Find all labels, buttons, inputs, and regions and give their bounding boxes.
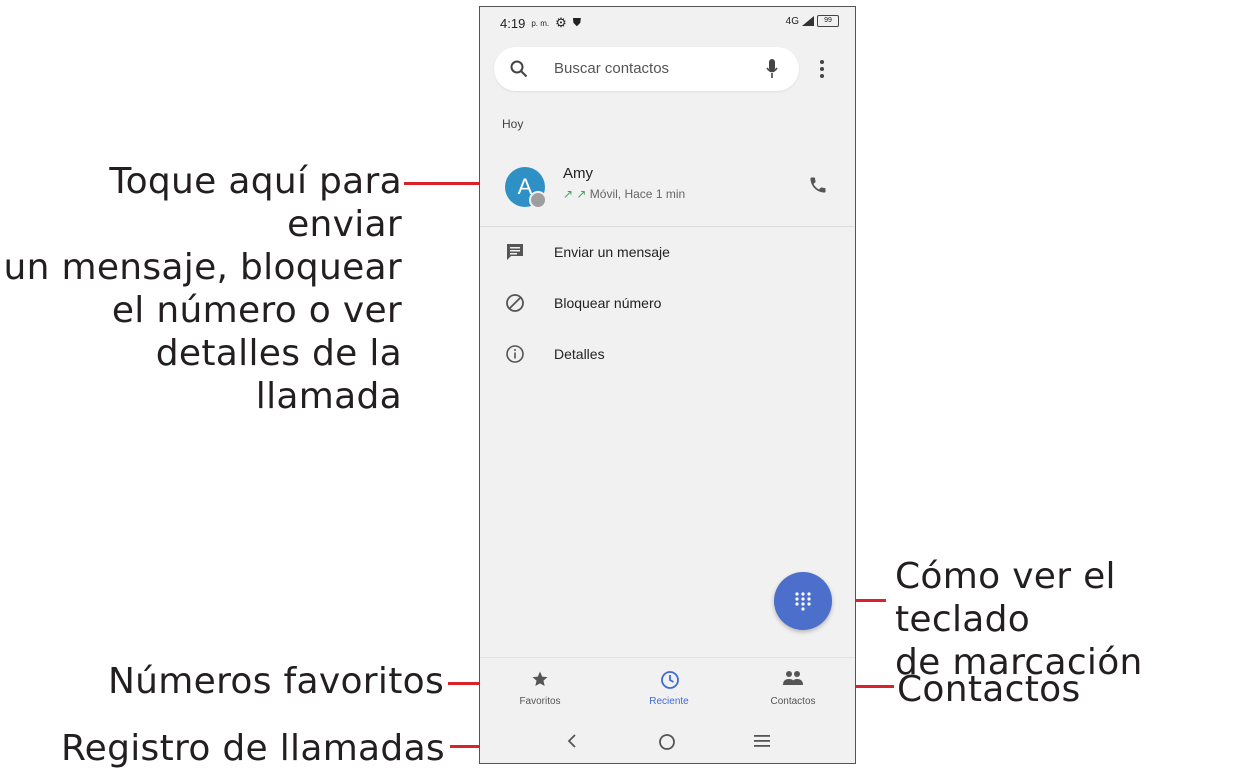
clock-icon (661, 671, 679, 689)
nav-contacts[interactable]: Contactos (748, 658, 838, 714)
callout-line-3: el número o ver (111, 290, 402, 331)
callout-entry-menu: Toque aquí para enviar un mensaje, bloqu… (0, 160, 402, 418)
sim-icon (529, 191, 547, 209)
callout-line-2: un mensaje, bloquear (3, 247, 402, 288)
status-bar-right: 4G 99 (786, 15, 839, 27)
status-bar-left: 4:19 p. m. ⚙ ⛊ (500, 15, 581, 31)
callout-dialpad-line-1: Cómo ver el teclado (895, 556, 1116, 640)
callout-line-1: Toque aquí para enviar (109, 161, 402, 245)
avatar[interactable]: A (505, 167, 547, 209)
nav-label-contacts: Contactos (770, 696, 816, 707)
phone-screen: 4:19 p. m. ⚙ ⛊ 4G 99 Buscar contactos Ho… (479, 6, 856, 764)
callout-dialpad: Cómo ver el teclado de marcación (895, 555, 1235, 684)
action-label-block-number: Bloquear número (554, 295, 662, 311)
outgoing-call-arrows-icon: ↗ ↗ (563, 187, 587, 201)
block-icon (506, 294, 524, 312)
back-icon[interactable] (566, 733, 578, 749)
network-label: 4G (785, 15, 799, 27)
microphone-icon[interactable] (765, 58, 779, 80)
nav-label-recent: Reciente (649, 696, 689, 707)
action-label-details: Detalles (554, 346, 605, 362)
callout-contacts: Contactos (897, 669, 1081, 710)
nav-recent[interactable]: Reciente (624, 658, 714, 714)
shield-icon: ⛊ (572, 16, 581, 29)
call-detail: ↗ ↗ Móvil, Hace 1 min (563, 187, 685, 201)
status-ampm: p. m. (531, 18, 550, 28)
message-icon (507, 244, 523, 260)
signal-icon (802, 16, 814, 26)
action-label-send-message: Enviar un mensaje (554, 244, 670, 260)
more-options-icon[interactable] (819, 59, 825, 79)
nav-favorites[interactable]: Favoritos (495, 658, 585, 714)
callout-call-log: Registro de llamadas (60, 728, 445, 769)
search-placeholder[interactable]: Buscar contactos (554, 60, 669, 77)
bottom-navigation: Favoritos Reciente Contactos (480, 657, 855, 716)
callout-line-4: detalles de la llamada (155, 333, 402, 417)
phone-call-icon[interactable] (808, 175, 828, 195)
contact-name: Amy (563, 165, 593, 182)
menu-icon[interactable] (754, 735, 770, 747)
people-icon (783, 671, 803, 685)
home-icon[interactable] (658, 733, 676, 751)
battery-icon: 99 (817, 15, 839, 27)
dialpad-icon (795, 592, 811, 611)
dialpad-button[interactable] (774, 572, 832, 630)
nav-label-favorites: Favoritos (519, 696, 561, 707)
callout-favorites: Números favoritos (107, 661, 444, 702)
call-detail-text: Móvil, Hace 1 min (589, 187, 686, 201)
status-time: 4:19 (500, 15, 526, 31)
divider (480, 226, 855, 227)
info-icon (506, 345, 524, 363)
settings-icon: ⚙ (555, 15, 567, 30)
star-icon (532, 671, 548, 686)
search-icon[interactable] (510, 60, 528, 78)
search-bar[interactable]: Buscar contactos (494, 47, 799, 91)
system-navigation-bar (480, 719, 855, 763)
section-header-today: Hoy (502, 117, 524, 131)
